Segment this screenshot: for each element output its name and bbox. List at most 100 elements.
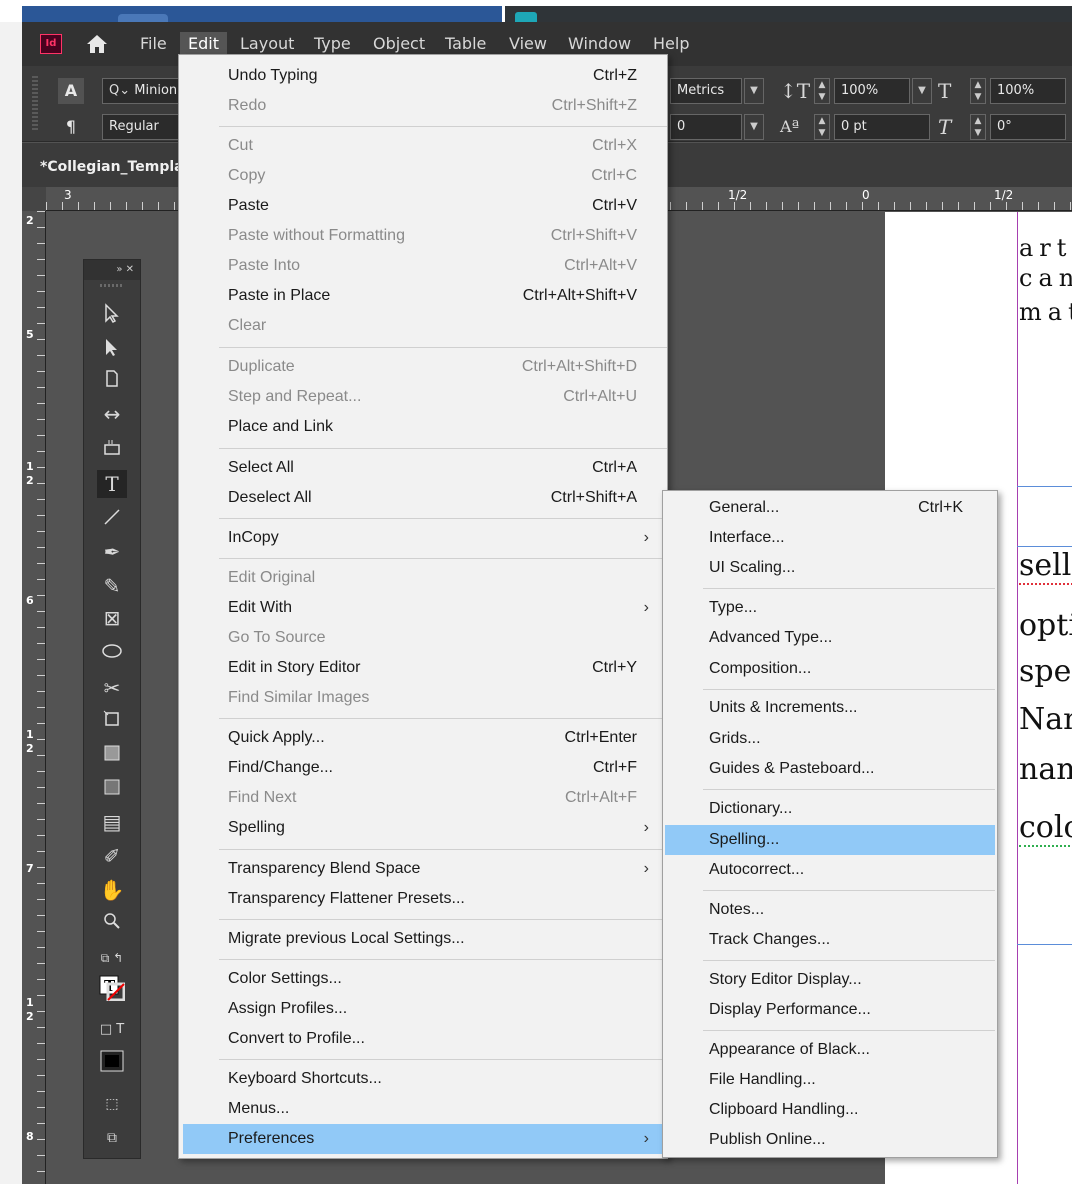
free-transform-tool-icon[interactable] (97, 706, 127, 734)
pref-item-units-increments[interactable]: Units & Increments... (665, 693, 995, 723)
menu-view[interactable]: View (501, 32, 555, 56)
menu-table[interactable]: Table (437, 32, 494, 56)
pref-item-track-changes[interactable]: Track Changes... (665, 925, 995, 955)
pref-item-display-performance[interactable]: Display Performance... (665, 995, 995, 1025)
hand-tool-icon[interactable]: ✋ (97, 876, 127, 904)
screen-mode-icon[interactable]: ⬚ (97, 1090, 127, 1118)
pref-item-publish-online[interactable]: Publish Online... (665, 1125, 995, 1155)
pref-item-clipboard-handling[interactable]: Clipboard Handling... (665, 1095, 995, 1125)
line-tool-icon[interactable] (97, 504, 127, 532)
background-window-tab-dark[interactable] (505, 6, 1072, 22)
baseline-shift-field[interactable]: 0 pt (834, 114, 930, 140)
menu-edit[interactable]: Edit (180, 32, 227, 56)
pref-item-autocorrect[interactable]: Autocorrect... (665, 855, 995, 885)
content-collector-icon[interactable] (97, 434, 127, 462)
direct-selection-tool-icon[interactable] (97, 334, 127, 362)
menu-layout[interactable]: Layout (232, 32, 302, 56)
panel-grip[interactable] (100, 284, 124, 287)
formatting-affects-text-icon[interactable]: T (97, 972, 127, 1001)
body-text-line[interactable]: nam (1019, 752, 1072, 787)
panel-grip[interactable] (32, 76, 38, 132)
type-tool-icon[interactable]: T (97, 470, 127, 498)
menu-item-migrate-local-settings[interactable]: Migrate previous Local Settings... (183, 924, 663, 954)
menu-item-edit-with[interactable]: Edit With › (183, 593, 663, 623)
menu-type[interactable]: Type (306, 32, 359, 56)
ellipse-tool-icon[interactable] (97, 638, 127, 666)
home-icon[interactable] (84, 32, 110, 56)
menu-item-select-all[interactable]: Select All Ctrl+A (183, 453, 663, 483)
font-style-field[interactable]: Regular (102, 114, 182, 140)
container-text-toggle-icon[interactable]: □ T (97, 1016, 127, 1044)
menu-item-undo-typing[interactable]: Undo Typing Ctrl+Z (183, 61, 663, 91)
vertical-ruler[interactable]: 2 5 1 2 6 1 2 7 1 2 8 (22, 211, 46, 1184)
pref-item-dictionary[interactable]: Dictionary... (665, 794, 995, 824)
body-text-line[interactable]: can- (1019, 264, 1072, 292)
pref-item-interface[interactable]: Interface... (665, 523, 995, 553)
menu-item-preferences[interactable]: Preferences › (183, 1124, 663, 1154)
pref-item-advanced-type[interactable]: Advanced Type... (665, 623, 995, 653)
menu-item-cut[interactable]: Cut Ctrl+X (183, 131, 663, 161)
menu-item-paste-without-formatting[interactable]: Paste without Formatting Ctrl+Shift+V (183, 221, 663, 251)
menu-item-assign-profiles[interactable]: Assign Profiles... (183, 994, 663, 1024)
normal-view-mode-icon[interactable] (97, 1046, 127, 1074)
tools-panel-header[interactable]: » ✕ (84, 260, 140, 280)
menu-item-redo[interactable]: Redo Ctrl+Shift+Z (183, 91, 663, 121)
background-window-tab[interactable] (22, 6, 502, 22)
kerning-dropdown[interactable]: ▼ (744, 78, 764, 104)
gradient-feather-tool-icon[interactable] (97, 774, 127, 802)
tracking-field[interactable]: 0 (670, 114, 742, 140)
pref-item-spelling[interactable]: Spelling... (665, 825, 995, 855)
eyedropper-tool-icon[interactable]: ✐ (97, 842, 127, 870)
body-text-line[interactable]: artic (1019, 234, 1072, 262)
menu-item-convert-to-profile[interactable]: Convert to Profile... (183, 1024, 663, 1054)
menu-item-edit-original[interactable]: Edit Original (183, 563, 663, 593)
menu-help[interactable]: Help (645, 32, 697, 56)
horizontal-scale-field[interactable]: 100% (990, 78, 1066, 104)
tracking-dropdown[interactable]: ▼ (744, 114, 764, 140)
menu-item-quick-apply[interactable]: Quick Apply... Ctrl+Enter (183, 723, 663, 753)
menu-item-paste-in-place[interactable]: Paste in Place Ctrl+Alt+Shift+V (183, 281, 663, 311)
pref-item-composition[interactable]: Composition... (665, 654, 995, 684)
display-mode-icon[interactable]: ⧉ (97, 1124, 127, 1152)
pref-item-type[interactable]: Type... (665, 593, 995, 623)
selection-tool-icon[interactable] (97, 300, 127, 328)
menu-item-find-next[interactable]: Find Next Ctrl+Alt+F (183, 783, 663, 813)
body-text-line[interactable]: colo (1019, 810, 1072, 847)
pref-item-story-editor-display[interactable]: Story Editor Display... (665, 965, 995, 995)
kerning-field[interactable]: Metrics (670, 78, 742, 104)
gradient-swatch-tool-icon[interactable] (97, 740, 127, 768)
font-family-field[interactable]: Q⌄ Minion (102, 78, 182, 104)
menu-item-paste[interactable]: Paste Ctrl+V (183, 191, 663, 221)
menu-item-step-and-repeat[interactable]: Step and Repeat... Ctrl+Alt+U (183, 382, 663, 412)
pref-item-file-handling[interactable]: File Handling... (665, 1065, 995, 1095)
scissors-tool-icon[interactable]: ✂ (97, 674, 127, 702)
menu-item-edit-in-story-editor[interactable]: Edit in Story Editor Ctrl+Y (183, 653, 663, 683)
document-tab[interactable]: *Collegian_Templa (40, 155, 184, 179)
menu-item-duplicate[interactable]: Duplicate Ctrl+Alt+Shift+D (183, 352, 663, 382)
pref-item-ui-scaling[interactable]: UI Scaling... (665, 553, 995, 583)
vertical-scale-stepper[interactable]: ▲ ▼ (814, 78, 830, 104)
menu-item-color-settings[interactable]: Color Settings... (183, 964, 663, 994)
ruler-corner[interactable] (22, 187, 46, 211)
menu-item-find-similar-images[interactable]: Find Similar Images (183, 683, 663, 713)
menu-item-find-change[interactable]: Find/Change... Ctrl+F (183, 753, 663, 783)
pen-tool-icon[interactable]: ✒ (97, 538, 127, 566)
skew-stepper[interactable]: ▲ ▼ (970, 114, 986, 140)
menu-item-spelling[interactable]: Spelling › (183, 813, 663, 843)
body-text-line[interactable]: optic (1019, 608, 1072, 643)
page-tool-icon[interactable] (97, 366, 127, 394)
menu-file[interactable]: File (132, 32, 175, 56)
menu-item-incopy[interactable]: InCopy › (183, 523, 663, 553)
character-formatting-button[interactable]: A (58, 78, 84, 104)
rectangle-frame-tool-icon[interactable]: ⊠ (97, 604, 127, 632)
vertical-scale-dropdown[interactable]: ▼ (912, 78, 932, 104)
pref-item-grids[interactable]: Grids... (665, 724, 995, 754)
menu-item-transparency-flattener-presets[interactable]: Transparency Flattener Presets... (183, 884, 663, 914)
menu-item-transparency-blend-space[interactable]: Transparency Blend Space › (183, 854, 663, 884)
menu-item-go-to-source[interactable]: Go To Source (183, 623, 663, 653)
pref-item-appearance-of-black[interactable]: Appearance of Black... (665, 1035, 995, 1065)
body-text-line[interactable]: mat (1019, 298, 1072, 326)
body-text-line[interactable]: Nam (1019, 702, 1072, 737)
pref-item-general[interactable]: General... Ctrl+K (665, 493, 995, 523)
body-text-line[interactable]: spell (1019, 654, 1072, 689)
